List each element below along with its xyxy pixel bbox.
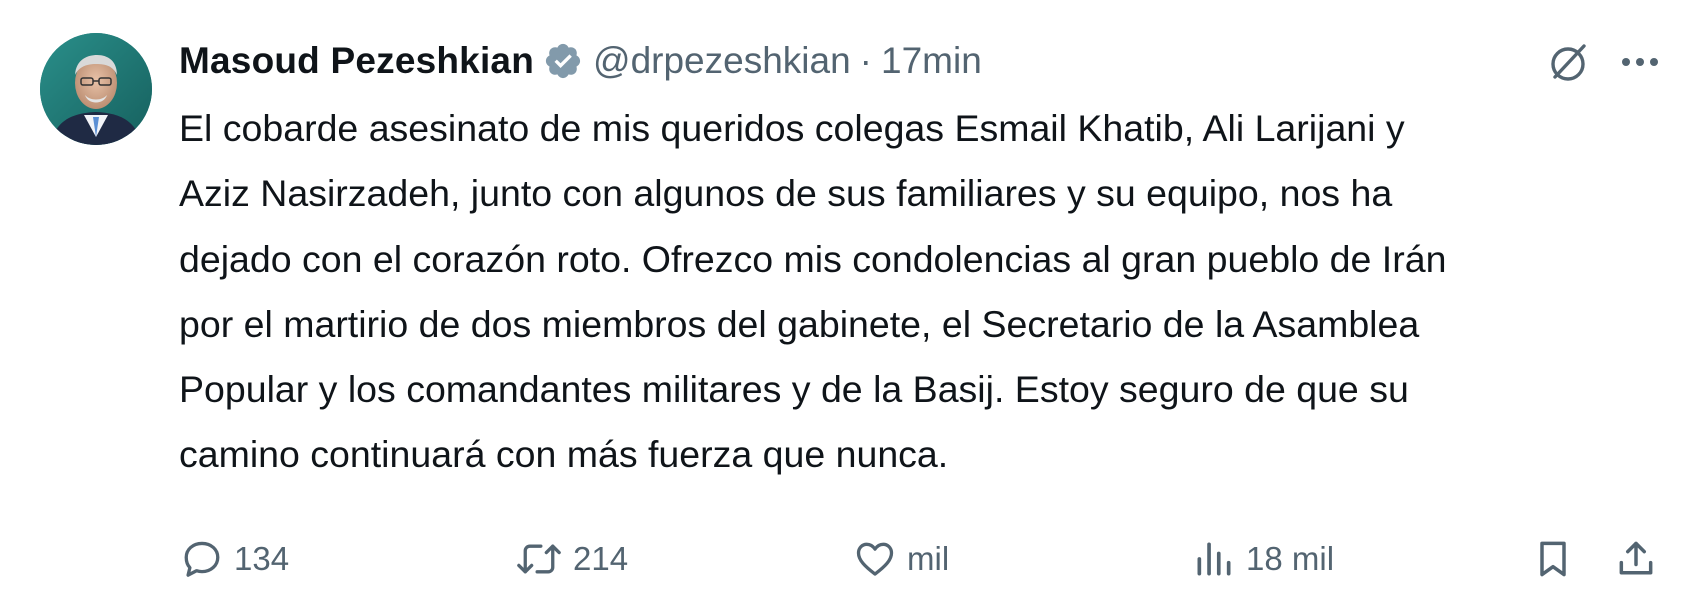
share-button[interactable] xyxy=(1614,534,1658,584)
like-button[interactable]: mil xyxy=(853,534,949,584)
avatar[interactable] xyxy=(40,33,152,145)
views-button[interactable]: 18 mil xyxy=(1192,534,1334,584)
share-icon xyxy=(1619,541,1653,575)
tweet: Masoud Pezeshkian @drpezeshkian · 17min … xyxy=(0,0,1706,614)
separator-dot: · xyxy=(859,40,872,81)
views-count: 18 mil xyxy=(1246,540,1335,577)
like-count: mil xyxy=(907,540,950,577)
tweet-text-line: Popular y los comandantes militares y de… xyxy=(179,368,1409,411)
tweet-text-line: dejado con el corazón roto. Ofrezco mis … xyxy=(179,237,1447,280)
tweet-text: El cobarde asesinato de mis queridos col… xyxy=(179,96,1659,488)
reply-button[interactable]: 134 xyxy=(180,534,289,584)
tweet-text-line: por el martirio de dos miembros del gabi… xyxy=(179,302,1420,345)
repost-count: 214 xyxy=(573,540,629,577)
action-bar: 134 214 mil 18 mil xyxy=(0,534,1706,584)
repost-button[interactable]: 214 xyxy=(515,534,628,584)
tweet-header: Masoud Pezeshkian @drpezeshkian · 17min xyxy=(179,36,982,86)
bookmark-button[interactable] xyxy=(1531,534,1575,584)
repost-icon xyxy=(517,544,561,574)
timestamp[interactable]: 17min xyxy=(881,40,982,82)
profile-photo-icon xyxy=(40,33,152,145)
reply-icon xyxy=(184,541,220,577)
tweet-text-line: El cobarde asesinato de mis queridos col… xyxy=(179,107,1405,149)
author-handle[interactable]: @drpezeshkian xyxy=(593,40,851,82)
verified-badge-icon[interactable] xyxy=(543,41,583,81)
tweet-text-line: Aziz Nasirzadeh, junto con algunos de su… xyxy=(179,172,1393,215)
views-icon xyxy=(1197,542,1231,576)
more-icon[interactable] xyxy=(1614,42,1666,82)
bookmark-icon xyxy=(1540,541,1566,577)
heart-icon xyxy=(856,542,894,576)
tweet-text-line: camino continuará con más fuerza que nun… xyxy=(179,433,949,476)
grok-icon[interactable] xyxy=(1544,40,1592,88)
reply-count: 134 xyxy=(234,540,290,577)
author-name[interactable]: Masoud Pezeshkian xyxy=(179,40,534,82)
